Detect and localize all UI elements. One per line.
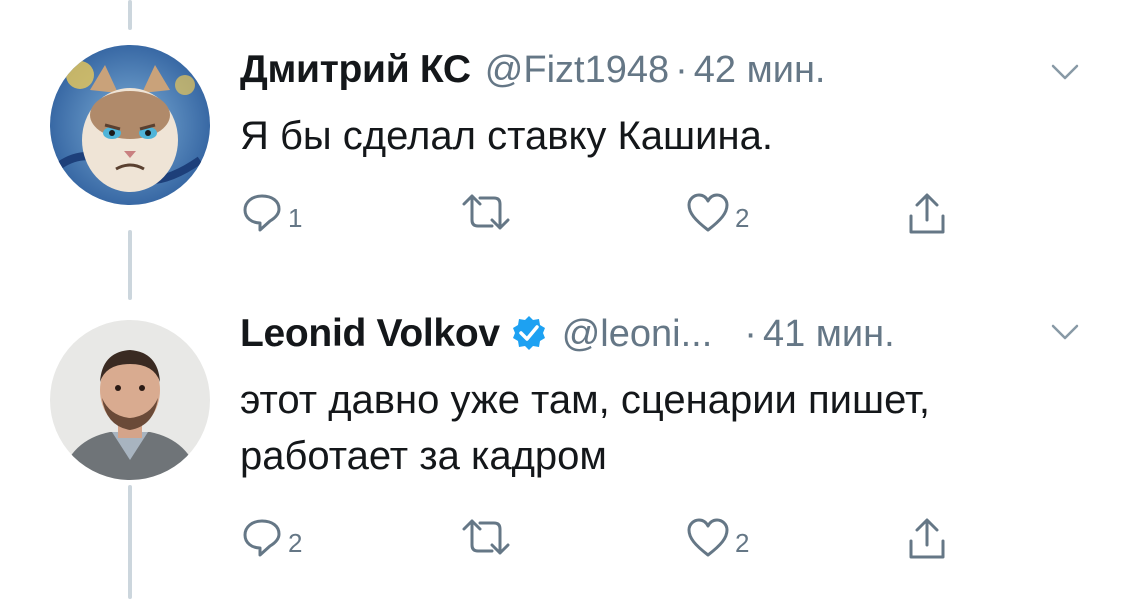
tweet-text: этот давно уже там, сценарии пишет, рабо… bbox=[240, 378, 930, 478]
like-button[interactable]: 2 bbox=[685, 515, 749, 559]
author-name[interactable]: Leonid Volkov bbox=[240, 312, 500, 356]
share-button[interactable] bbox=[905, 515, 949, 563]
reply-button[interactable]: 2 bbox=[240, 515, 302, 559]
person-avatar-icon bbox=[50, 320, 210, 480]
timestamp[interactable]: 42 мин. bbox=[694, 49, 826, 92]
reply-button[interactable]: 1 bbox=[240, 190, 302, 234]
retweet-icon bbox=[462, 194, 510, 230]
tweet-2[interactable]: Leonid Volkov @leoni... · 41 мин. этот д… bbox=[0, 280, 1125, 599]
author-handle[interactable]: @leoni... bbox=[562, 313, 713, 356]
reply-icon bbox=[243, 519, 281, 557]
tweet-header: Дмитрий КС @Fizt1948 · 42 мин. bbox=[240, 48, 826, 92]
verified-badge-icon bbox=[512, 316, 545, 350]
reply-count: 1 bbox=[288, 202, 303, 233]
tweet-1[interactable]: Дмитрий КС @Fizt1948 · 42 мин. Я бы сдел… bbox=[0, 0, 1125, 280]
like-count: 2 bbox=[735, 202, 750, 233]
chevron-down-icon[interactable] bbox=[1050, 322, 1080, 342]
avatar[interactable] bbox=[50, 45, 210, 205]
timestamp[interactable]: 41 мин. bbox=[763, 313, 895, 356]
avatar[interactable] bbox=[50, 320, 210, 480]
heart-icon bbox=[687, 518, 729, 557]
retweet-button[interactable] bbox=[460, 190, 516, 234]
action-bar: 1 2 bbox=[240, 190, 980, 240]
share-icon bbox=[909, 518, 945, 559]
like-count: 2 bbox=[735, 527, 750, 558]
separator-dot: · bbox=[675, 49, 688, 91]
retweet-button[interactable] bbox=[460, 515, 516, 559]
retweet-icon bbox=[462, 519, 510, 555]
like-button[interactable]: 2 bbox=[685, 190, 749, 234]
chevron-down-icon[interactable] bbox=[1050, 62, 1080, 82]
reply-count: 2 bbox=[288, 527, 303, 558]
share-icon bbox=[909, 193, 945, 234]
author-handle[interactable]: @Fizt1948 bbox=[485, 49, 669, 92]
grumpy-cat-avatar-icon bbox=[50, 45, 210, 205]
action-bar: 2 2 bbox=[240, 515, 980, 565]
share-button[interactable] bbox=[905, 190, 949, 238]
author-name[interactable]: Дмитрий КС bbox=[240, 48, 471, 92]
separator-dot: · bbox=[744, 313, 757, 355]
reply-icon bbox=[243, 194, 281, 232]
tweet-header: Leonid Volkov @leoni... · 41 мин. bbox=[240, 308, 895, 356]
tweet-text: Я бы сделал ставку Кашина. bbox=[240, 114, 773, 158]
heart-icon bbox=[687, 193, 729, 232]
